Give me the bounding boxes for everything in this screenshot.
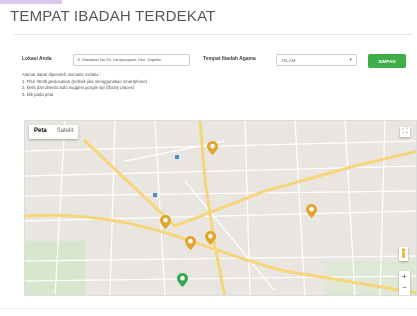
- mosque-marker-icon[interactable]: [207, 141, 218, 155]
- chevron-down-icon: ▾: [349, 57, 352, 63]
- mosque-marker-icon[interactable]: [160, 215, 171, 229]
- location-input[interactable]: Jl. Wawaran No.29, Lempongsari, Kec. Gaj…: [73, 54, 190, 66]
- map-type-control: Peta Satelit: [29, 125, 79, 139]
- instructions-line: 3. klik pada peta: [22, 91, 54, 97]
- instructions-line: 2. ketik dan ditentu auto suggest google…: [22, 85, 135, 90]
- save-button[interactable]: SIMPAN: [368, 54, 406, 68]
- pegman-figure-icon: [401, 248, 406, 258]
- map-tiles[interactable]: [25, 121, 417, 296]
- fullscreen-icon[interactable]: ⛶: [400, 127, 410, 137]
- location-label: Lokasi Anda: [22, 56, 52, 62]
- instructions: Alamat dapat diperoleh otomatis melalui …: [22, 72, 147, 98]
- user-location-marker-icon[interactable]: [177, 273, 188, 287]
- religion-select-value: ISLAM: [282, 58, 296, 63]
- zoom-out-button[interactable]: −: [399, 282, 410, 293]
- tab-satellite[interactable]: Satelit: [52, 125, 79, 139]
- zoom-in-button[interactable]: +: [399, 271, 410, 282]
- mosque-marker-icon[interactable]: [205, 231, 216, 245]
- mosque-marker-icon[interactable]: [185, 236, 196, 250]
- divider: [0, 308, 417, 309]
- religion-label: Tempat Ibadah Agama: [203, 56, 256, 62]
- tab-map[interactable]: Peta: [29, 125, 52, 139]
- zoom-control: + −: [399, 271, 410, 295]
- top-accent-strip: [0, 0, 62, 4]
- page-title: TEMPAT IBADAH TERDEKAT: [10, 8, 216, 25]
- religion-select[interactable]: ISLAM ▾: [276, 54, 357, 66]
- pegman-icon[interactable]: [399, 247, 408, 261]
- mosque-marker-icon[interactable]: [306, 204, 317, 218]
- map[interactable]: Peta Satelit ⛶ + −: [24, 120, 417, 296]
